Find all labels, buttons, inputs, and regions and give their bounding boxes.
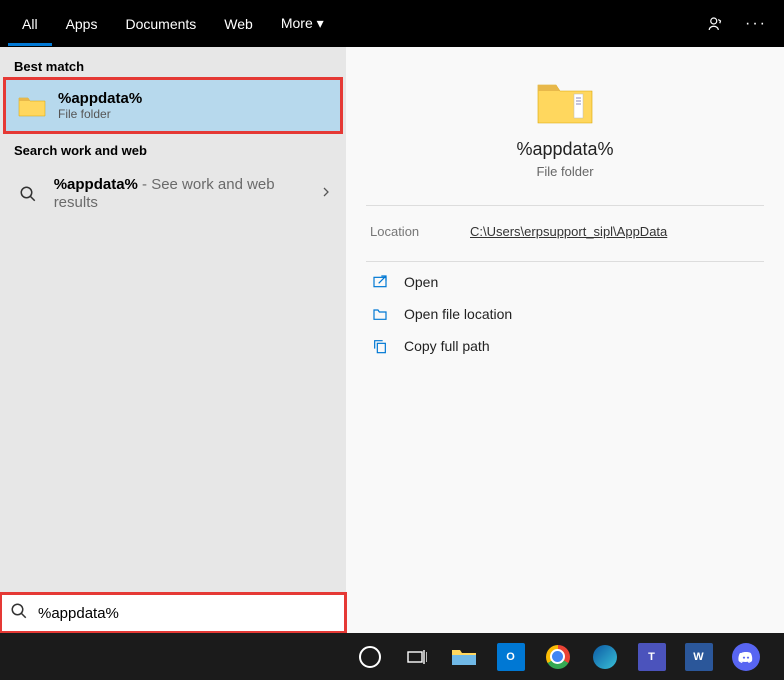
cortana-button[interactable] — [346, 633, 393, 680]
tab-apps[interactable]: Apps — [52, 2, 112, 46]
action-copy-path[interactable]: Copy full path — [366, 330, 764, 362]
result-subtitle: File folder — [58, 107, 142, 121]
task-view-icon — [407, 649, 427, 665]
web-query: %appdata% — [54, 176, 138, 193]
edge-button[interactable] — [581, 633, 628, 680]
folder-open-icon — [370, 306, 390, 322]
best-match-header: Best match — [0, 47, 346, 80]
action-open[interactable]: Open — [366, 266, 764, 298]
outlook-button[interactable]: O — [487, 633, 534, 680]
folder-icon — [536, 77, 594, 125]
preview-subtitle: File folder — [346, 164, 784, 179]
open-icon — [370, 274, 390, 290]
cortana-icon — [359, 646, 381, 668]
search-icon — [14, 180, 42, 208]
action-label: Copy full path — [404, 338, 490, 354]
word-button[interactable]: W — [675, 633, 722, 680]
best-match-result[interactable]: %appdata% File folder — [6, 80, 340, 131]
tab-more[interactable]: More ▾ — [267, 1, 338, 46]
folder-icon — [450, 643, 478, 671]
action-label: Open file location — [404, 306, 512, 322]
teams-button[interactable]: T — [628, 633, 675, 680]
search-tabs: All Apps Documents Web More ▾ ··· — [0, 0, 784, 47]
folder-icon — [18, 92, 46, 120]
result-title: %appdata% — [58, 90, 142, 107]
copy-icon — [370, 338, 390, 354]
chevron-down-icon: ▾ — [317, 15, 324, 31]
chrome-icon — [546, 645, 570, 669]
chrome-button[interactable] — [534, 633, 581, 680]
search-web-header: Search work and web — [0, 131, 346, 164]
action-open-location[interactable]: Open file location — [366, 298, 764, 330]
tab-documents[interactable]: Documents — [111, 2, 210, 46]
tab-all[interactable]: All — [8, 2, 52, 46]
discord-icon — [732, 643, 760, 671]
more-options-icon[interactable]: ··· — [736, 0, 776, 47]
preview-pane: %appdata% File folder Location C:\Users\… — [346, 47, 784, 633]
tab-web[interactable]: Web — [210, 2, 267, 46]
teams-icon: T — [638, 643, 666, 671]
discord-button[interactable] — [722, 633, 769, 680]
file-explorer-button[interactable] — [440, 633, 487, 680]
results-pane: Best match %appdata% File folder Search … — [0, 47, 346, 633]
chevron-right-icon — [320, 185, 332, 203]
feedback-icon[interactable] — [696, 0, 736, 47]
action-label: Open — [404, 274, 438, 290]
search-input[interactable] — [38, 605, 336, 622]
taskbar: O T W — [0, 633, 784, 680]
task-view-button[interactable] — [393, 633, 440, 680]
search-box[interactable] — [0, 593, 346, 633]
preview-title: %appdata% — [346, 139, 784, 160]
location-value[interactable]: C:\Users\erpsupport_sipl\AppData — [470, 224, 667, 239]
edge-icon — [593, 645, 617, 669]
web-result[interactable]: %appdata% - See work and web results — [0, 164, 346, 224]
search-icon — [10, 602, 28, 625]
outlook-icon: O — [497, 643, 525, 671]
word-icon: W — [685, 643, 713, 671]
location-label: Location — [370, 224, 470, 239]
